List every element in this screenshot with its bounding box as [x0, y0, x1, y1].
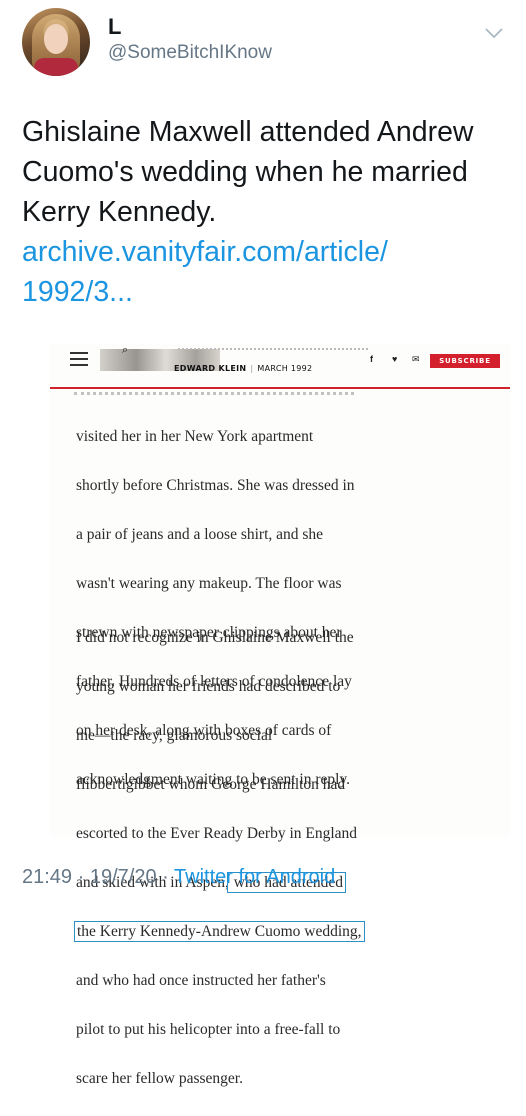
caret-down-icon[interactable] — [484, 26, 504, 40]
paragraph-line: I did not recognize in Ghislaine Maxwell… — [76, 628, 354, 646]
paragraph-line: flibbertigibbet whom George Hamilton had — [76, 775, 346, 793]
tweet-date: 19/7/20 — [89, 866, 157, 888]
tweet-time: 21:49 — [22, 866, 73, 888]
display-name[interactable]: L — [108, 14, 121, 40]
red-divider — [50, 387, 510, 389]
paragraph-line: shortly before Christmas. She was dresse… — [76, 476, 355, 494]
facebook-icon: f — [370, 354, 373, 364]
faded-text-line — [178, 348, 368, 356]
paragraph-line: young woman her friends had described to — [76, 677, 341, 695]
paragraph-line: me—the racy, glamorous social — [76, 726, 273, 744]
tweet-link-line1[interactable]: archive.vanityfair.com/article/ — [22, 232, 512, 272]
user-handle[interactable]: @SomeBitchIKnow — [108, 42, 272, 64]
meta-separator: · — [162, 866, 169, 888]
avatar[interactable] — [22, 8, 90, 76]
highlight-box: the Kerry Kennedy-Andrew Cuomo wedding, — [74, 920, 365, 942]
tweet-link-line2[interactable]: 1992/3... — [22, 272, 512, 312]
menu-icon — [70, 352, 88, 366]
attached-article-image[interactable]: ⌕ EDWARD KLEIN | MARCH 1992 f ♥ ✉ SUBSCRIB… — [50, 344, 510, 1087]
article-date: MARCH 1992 — [257, 364, 313, 373]
tweet-client-link[interactable]: Twitter for Android — [174, 866, 335, 888]
paragraph-line: scare her fellow passenger. — [76, 1069, 243, 1087]
tweet-text: Ghislaine Maxwell attended Andrew Cuomo'… — [22, 116, 474, 228]
paragraph-line: and who had once instructed her father's — [76, 971, 326, 989]
paragraph-line: pilot to put his helicopter into a free-… — [76, 1020, 341, 1038]
paragraph-line: wasn't wearing any makeup. The floor was — [76, 574, 342, 592]
paragraph-line: the Kerry Kennedy-Andrew Cuomo wedding, — [74, 920, 496, 945]
article-header-bar: ⌕ EDWARD KLEIN | MARCH 1992 f ♥ ✉ SUBSCRIB… — [50, 344, 510, 392]
avatar-face — [44, 24, 68, 54]
paragraph-line: visited her in her New York apartment — [76, 427, 314, 445]
tweet-meta: 21:49 · 19/7/20 · Twitter for Android — [22, 866, 335, 889]
paragraph-line: escorted to the Ever Ready Derby in Engl… — [76, 824, 358, 842]
article-byline: EDWARD KLEIN | MARCH 1992 — [174, 364, 312, 373]
mail-icon: ✉ — [412, 354, 420, 364]
search-icon: ⌕ — [122, 344, 129, 356]
paragraph-line: a pair of jeans and a loose shirt, and s… — [76, 525, 324, 543]
article-paragraph-2: I did not recognize in Ghislaine Maxwell… — [74, 601, 496, 1116]
subscribe-button: SUBSCRIBE — [430, 354, 500, 368]
twitter-icon: ♥ — [392, 354, 398, 364]
author-name: EDWARD KLEIN — [174, 364, 247, 373]
byline-separator: | — [250, 364, 254, 373]
avatar-shirt — [34, 58, 78, 76]
tweet-link[interactable]: archive.vanityfair.com/article/ 1992/3..… — [22, 232, 512, 312]
meta-separator: · — [77, 866, 85, 888]
